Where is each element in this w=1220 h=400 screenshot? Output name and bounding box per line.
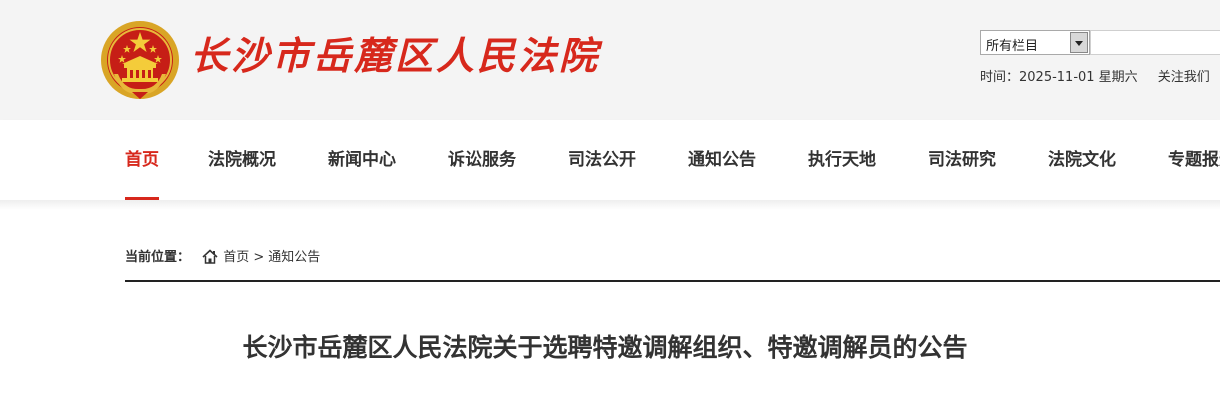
breadcrumb: 当前位置： 首页 > 通知公告 (125, 248, 320, 268)
nav-item-judicial-openness[interactable]: 司法公开 (568, 120, 636, 200)
nav-item-court-overview[interactable]: 法院概况 (208, 120, 276, 200)
breadcrumb-current[interactable]: 通知公告 (268, 250, 320, 265)
national-emblem-icon (101, 21, 179, 99)
site-header: 长沙市岳麓区人民法院 所有栏目 时间：2025-11-01 星期六 关注我们 (0, 0, 1220, 120)
nav-item-litigation-services[interactable]: 诉讼服务 (448, 120, 516, 200)
chevron-down-icon[interactable] (1070, 32, 1088, 53)
search-scope-select[interactable]: 所有栏目 (980, 30, 1090, 55)
breadcrumb-label: 当前位置： (125, 250, 191, 265)
nav-item-news-center[interactable]: 新闻中心 (328, 120, 396, 200)
nav-item-court-culture[interactable]: 法院文化 (1048, 120, 1116, 200)
nav-item-notices[interactable]: 通知公告 (688, 120, 756, 200)
nav-item-special-reports[interactable]: 专题报道 (1168, 120, 1220, 200)
home-icon[interactable] (202, 249, 218, 264)
search-bar: 所有栏目 (980, 30, 1220, 55)
search-input[interactable] (1090, 30, 1220, 55)
breadcrumb-divider (125, 280, 1220, 282)
main-nav: 首页 法院概况 新闻中心 诉讼服务 司法公开 通知公告 执行天地 司法研究 法院… (0, 120, 1220, 200)
search-scope-value: 所有栏目 (986, 39, 1039, 54)
follow-us-link[interactable]: 关注我们 (1158, 68, 1210, 88)
current-date: 时间：2025-11-01 星期六 (980, 70, 1138, 85)
header-meta: 时间：2025-11-01 星期六 关注我们 (980, 68, 1220, 88)
nav-item-judicial-research[interactable]: 司法研究 (928, 120, 996, 200)
page: 长沙市岳麓区人民法院 所有栏目 时间：2025-11-01 星期六 关注我们 首页… (0, 0, 1220, 400)
site-title: 长沙市岳麓区人民法院 (190, 33, 601, 78)
nav-shadow-band (0, 200, 1220, 210)
nav-item-home[interactable]: 首页 (125, 120, 159, 200)
nav-item-enforcement[interactable]: 执行天地 (808, 120, 876, 200)
breadcrumb-home-link[interactable]: 首页 (223, 250, 249, 265)
breadcrumb-separator: > (253, 250, 265, 265)
article-title: 长沙市岳麓区人民法院关于选聘特邀调解组织、特邀调解员的公告 (242, 333, 968, 362)
